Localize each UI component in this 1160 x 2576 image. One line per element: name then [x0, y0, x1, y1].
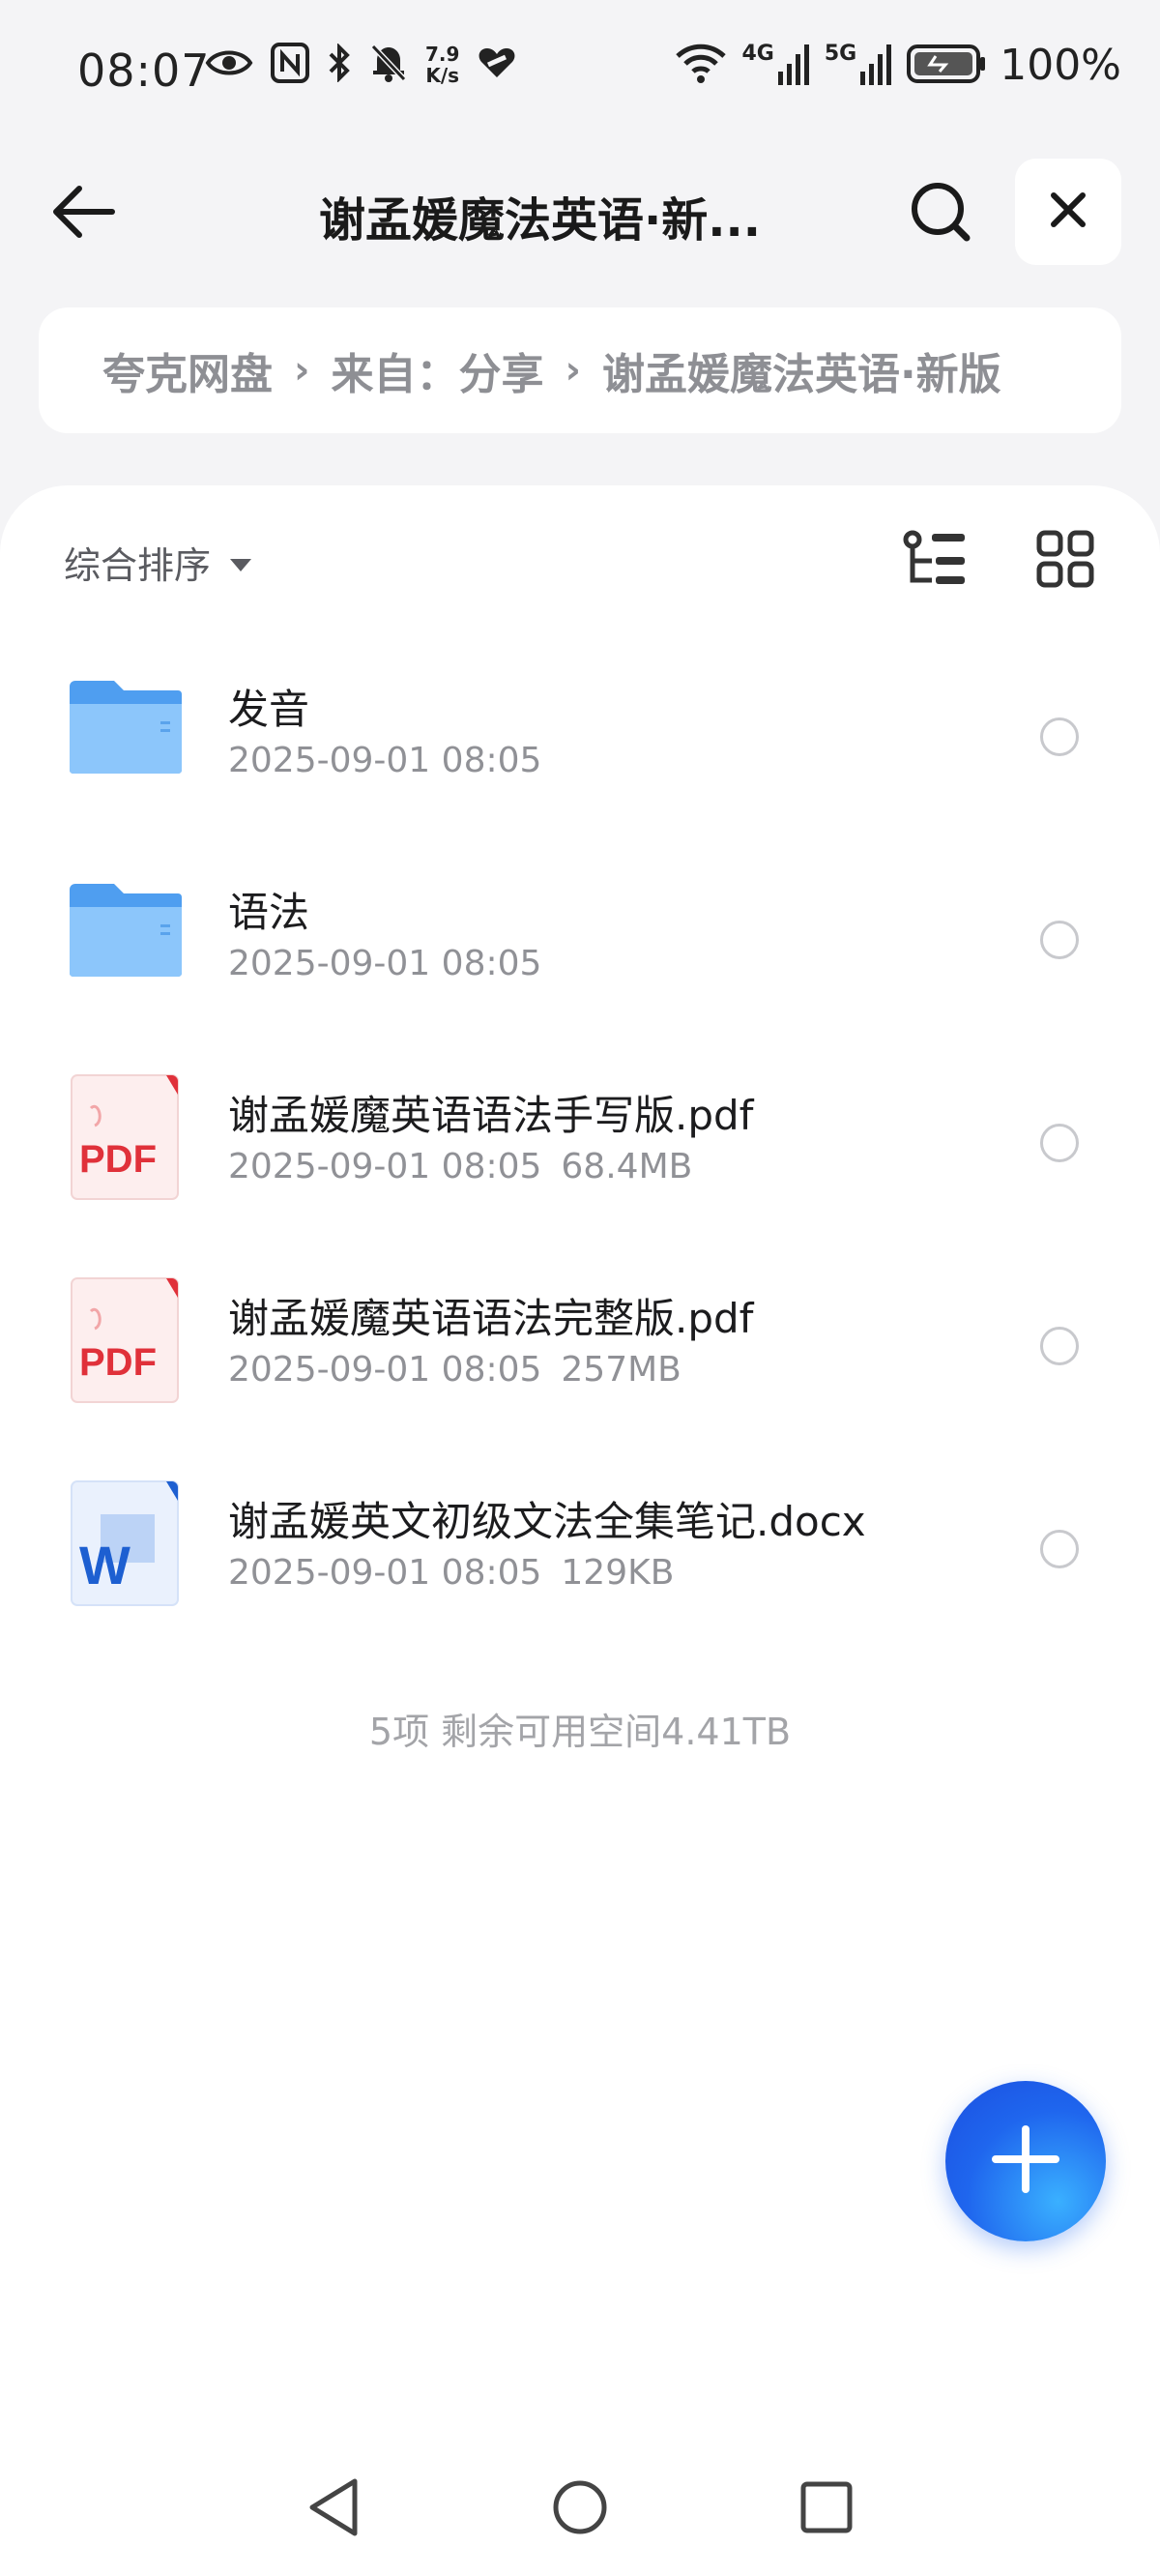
signal-5g: 5G — [825, 42, 893, 89]
list-item[interactable]: PDF 谢孟媛魔英语语法手写版.pdf 2025-09-01 08:05 68.4… — [0, 1037, 1160, 1240]
bluetooth-icon — [327, 43, 352, 86]
signal-4g: 4G — [741, 42, 810, 89]
grid-view-button[interactable] — [1036, 530, 1094, 588]
signal-icon — [860, 43, 893, 89]
file-panel: 综合排序 发音 2025-09-01 08:05 语法 2025-09-01 0… — [0, 485, 1160, 2576]
file-name: 谢孟媛英文初级文法全集笔记.docx — [228, 1498, 866, 1545]
back-arrow-icon — [52, 185, 116, 243]
select-radio[interactable] — [1040, 1124, 1079, 1162]
close-button[interactable] — [1015, 159, 1121, 265]
search-icon — [909, 180, 972, 248]
select-radio[interactable] — [1040, 717, 1079, 756]
back-button[interactable] — [50, 184, 118, 244]
file-size: 129KB — [561, 1553, 675, 1593]
add-button[interactable] — [945, 2081, 1106, 2241]
eye-icon — [205, 46, 253, 83]
system-nav-bar — [0, 2456, 1160, 2576]
file-meta: 2025-09-01 08:05 129KB — [228, 1553, 674, 1593]
pdf-label: PDF — [79, 1341, 157, 1384]
nav-recents-button[interactable] — [793, 2475, 860, 2543]
nav-home-button[interactable] — [546, 2475, 614, 2543]
file-date: 2025-09-01 08:05 — [228, 1147, 542, 1186]
heart-icon — [477, 45, 517, 84]
tree-view-button[interactable] — [903, 530, 971, 592]
file-meta: 2025-09-01 08:05 — [228, 741, 541, 780]
file-size: 68.4MB — [561, 1147, 693, 1186]
battery-percent: 100% — [1000, 41, 1121, 90]
sort-dropdown[interactable]: 综合排序 — [64, 536, 252, 589]
file-date: 2025-09-01 08:05 — [228, 1350, 542, 1390]
file-list: 发音 2025-09-01 08:05 语法 2025-09-01 08:05 — [0, 630, 1160, 1646]
file-meta: 2025-09-01 08:05 257MB — [228, 1350, 682, 1390]
nfc-icon — [271, 43, 309, 87]
signal-icon — [777, 43, 811, 89]
file-name: 语法 — [228, 889, 310, 936]
select-radio[interactable] — [1040, 1327, 1079, 1365]
breadcrumb-item-root[interactable]: 夸克网盘 — [102, 339, 273, 401]
circle-home-icon — [551, 2478, 609, 2540]
folder-icon — [66, 665, 186, 797]
breadcrumb-item-share[interactable]: 来自：分享 — [331, 339, 543, 401]
plus-icon — [992, 2125, 1059, 2197]
square-recents-icon — [799, 2480, 854, 2538]
tree-view-icon — [903, 530, 971, 596]
search-button[interactable] — [907, 180, 974, 248]
status-icons-left: 7.9 K/s — [205, 43, 517, 87]
app-header: 谢孟媛魔法英语·新... — [0, 145, 1160, 280]
folder-icon — [66, 868, 186, 1000]
select-radio[interactable] — [1040, 921, 1079, 959]
word-file-icon: W — [66, 1478, 186, 1609]
file-date: 2025-09-01 08:05 — [228, 944, 542, 983]
close-icon — [1050, 191, 1087, 232]
file-name: 谢孟媛魔英语语法完整版.pdf — [228, 1295, 754, 1342]
file-size: 257MB — [561, 1350, 682, 1390]
list-item[interactable]: W 谢孟媛英文初级文法全集笔记.docx 2025-09-01 08:05 129… — [0, 1443, 1160, 1646]
list-toolbar: 综合排序 — [0, 485, 1160, 630]
list-item[interactable]: PDF 谢孟媛魔英语语法完整版.pdf 2025-09-01 08:05 257M… — [0, 1240, 1160, 1443]
file-name: 发音 — [228, 686, 310, 733]
word-label: W — [79, 1535, 130, 1595]
file-meta: 2025-09-01 08:05 68.4MB — [228, 1147, 692, 1186]
sort-label: 综合排序 — [64, 544, 212, 587]
caret-down-icon — [230, 559, 252, 571]
chevron-right-icon: › — [565, 348, 581, 393]
list-item[interactable]: 发音 2025-09-01 08:05 — [0, 630, 1160, 834]
file-date: 2025-09-01 08:05 — [228, 741, 542, 780]
mute-bell-icon — [369, 43, 408, 87]
status-time: 08:07 — [77, 44, 211, 97]
nav-back-button[interactable] — [300, 2475, 367, 2543]
chevron-right-icon: › — [294, 348, 310, 393]
wifi-icon — [674, 43, 728, 89]
pdf-file-icon: PDF — [66, 1071, 186, 1203]
file-name: 谢孟媛魔英语语法手写版.pdf — [228, 1092, 754, 1139]
file-meta: 2025-09-01 08:05 — [228, 944, 541, 983]
breadcrumb-item-current: 谢孟媛魔法英语·新版 — [601, 350, 1001, 399]
triangle-back-icon — [306, 2477, 361, 2541]
battery-icon — [907, 44, 986, 87]
status-icons-right: 4G 5G 100% — [674, 41, 1121, 90]
file-date: 2025-09-01 08:05 — [228, 1553, 542, 1593]
pdf-label: PDF — [79, 1138, 157, 1181]
breadcrumb: 夸克网盘 › 来自：分享 › 谢孟媛魔法英语·新版 — [39, 307, 1121, 433]
grid-view-icon — [1036, 530, 1094, 592]
page-title: 谢孟媛魔法英语·新... — [319, 193, 761, 248]
net-speed: 7.9 K/s — [425, 43, 460, 87]
storage-summary: 5项 剩余可用空间4.41TB — [368, 1711, 792, 1753]
list-item[interactable]: 语法 2025-09-01 08:05 — [0, 834, 1160, 1037]
pdf-file-icon: PDF — [66, 1274, 186, 1406]
select-radio[interactable] — [1040, 1530, 1079, 1568]
status-bar: 08:07 7.9 K/s 4G 5G 100% — [0, 0, 1160, 145]
